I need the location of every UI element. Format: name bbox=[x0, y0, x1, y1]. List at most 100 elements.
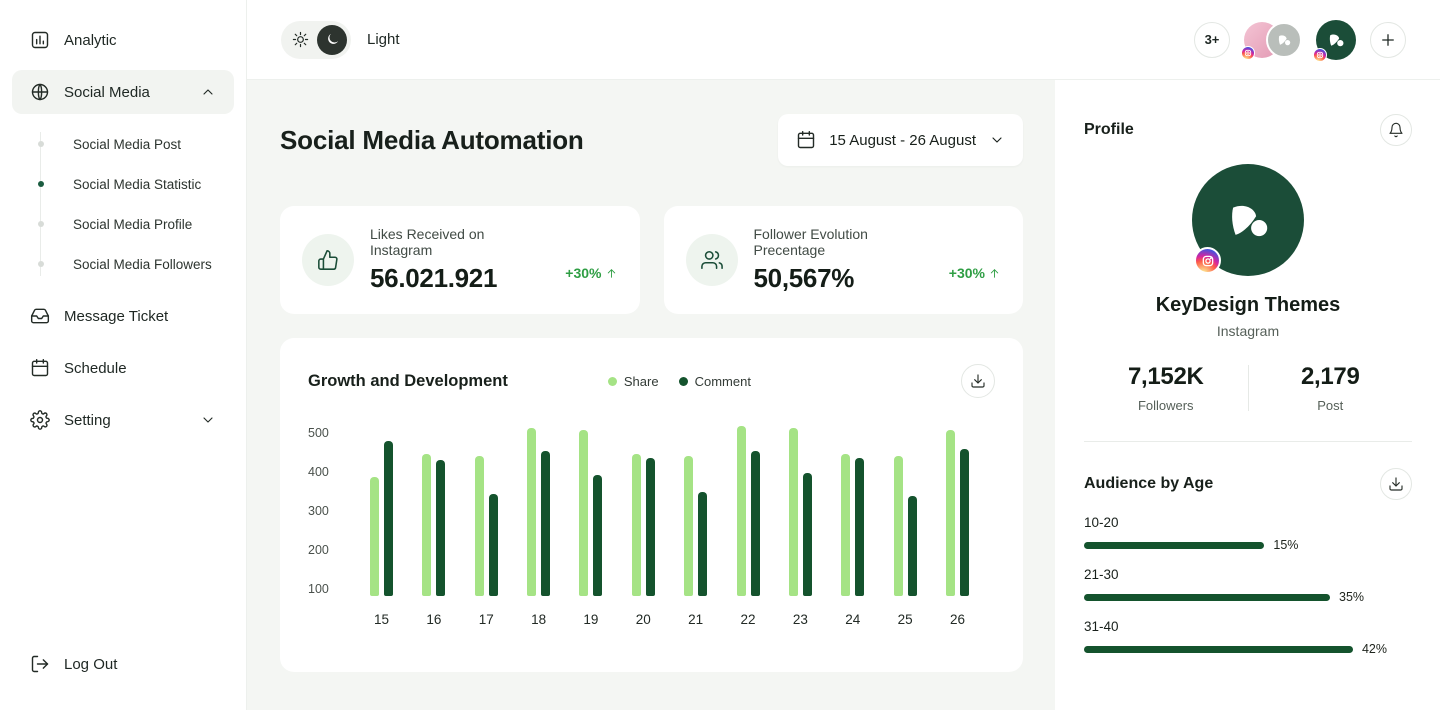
divider bbox=[1084, 441, 1412, 442]
bar-comment bbox=[646, 458, 655, 596]
followers-stat: 7,152K Followers bbox=[1084, 363, 1248, 413]
stat-delta: +30% bbox=[949, 265, 1001, 281]
audience-bar bbox=[1084, 646, 1353, 653]
audience-percent: 35% bbox=[1339, 590, 1364, 604]
bullet-dot bbox=[38, 261, 44, 267]
y-tick: 200 bbox=[308, 543, 354, 557]
bar-group: 18 bbox=[527, 426, 550, 627]
y-tick: 100 bbox=[308, 582, 354, 596]
profile-platform: Instagram bbox=[1084, 323, 1412, 339]
light-mode-button[interactable] bbox=[285, 25, 315, 55]
account-avatar[interactable] bbox=[1266, 22, 1302, 58]
bar-share bbox=[370, 477, 379, 596]
stat-value: 50,567% bbox=[754, 263, 933, 294]
chevron-down-icon bbox=[200, 412, 216, 428]
sidebar-item-label: Message Ticket bbox=[64, 308, 168, 325]
add-account-button[interactable] bbox=[1370, 22, 1406, 58]
bar-group: 17 bbox=[475, 426, 498, 627]
more-accounts-badge[interactable]: 3+ bbox=[1194, 22, 1230, 58]
theme-toggle[interactable] bbox=[281, 21, 351, 59]
bar-group: 20 bbox=[632, 426, 655, 627]
sidebar-item-social-media-post[interactable]: Social Media Post bbox=[12, 124, 234, 164]
sidebar-item-message-ticket[interactable]: Message Ticket bbox=[12, 294, 234, 338]
audience-heading: Audience by Age bbox=[1084, 475, 1213, 493]
sidebar-item-label: Social Media bbox=[64, 84, 150, 101]
sidebar-item-setting[interactable]: Setting bbox=[12, 398, 234, 442]
users-icon bbox=[686, 234, 738, 286]
bar-share bbox=[684, 456, 693, 596]
audience-row: 10-2015% bbox=[1084, 515, 1412, 552]
legend-item-share: Share bbox=[608, 374, 659, 389]
bar-comment bbox=[908, 496, 917, 596]
notifications-button[interactable] bbox=[1380, 114, 1412, 146]
stat-card-likes: Likes Received on Instagram 56.021.921 +… bbox=[280, 206, 640, 314]
moon-icon bbox=[325, 32, 340, 47]
account-avatar-stack[interactable] bbox=[1244, 22, 1302, 58]
bar-share bbox=[789, 428, 798, 596]
posts-label: Post bbox=[1249, 398, 1413, 413]
sidebar-item-social-media-profile[interactable]: Social Media Profile bbox=[12, 204, 234, 244]
instagram-badge-icon bbox=[1313, 48, 1327, 62]
sidebar-item-label: Setting bbox=[64, 412, 111, 429]
sidebar-item-social-media-statistic[interactable]: Social Media Statistic bbox=[12, 164, 234, 204]
inbox-icon bbox=[30, 306, 50, 326]
x-tick: 24 bbox=[845, 612, 860, 627]
y-tick: 400 bbox=[308, 465, 354, 479]
chart-legend: Share Comment bbox=[608, 374, 751, 389]
x-tick: 15 bbox=[374, 612, 389, 627]
profile-name: KeyDesign Themes bbox=[1084, 294, 1412, 317]
bar-share bbox=[422, 454, 431, 596]
sidebar-item-label: Schedule bbox=[64, 360, 127, 377]
bar-group: 21 bbox=[684, 426, 707, 627]
gear-icon bbox=[30, 410, 50, 430]
bar-comment bbox=[960, 449, 969, 596]
followers-value: 7,152K bbox=[1084, 363, 1248, 391]
bar-group: 22 bbox=[737, 426, 760, 627]
stat-value: 56.021.921 bbox=[370, 263, 549, 294]
logout-button[interactable]: Log Out bbox=[12, 642, 234, 686]
download-audience-button[interactable] bbox=[1380, 468, 1412, 500]
calendar-icon bbox=[30, 358, 50, 378]
bar-group: 25 bbox=[894, 426, 917, 627]
keydesign-logo-icon bbox=[1324, 28, 1348, 52]
sidebar-subitem-label: Social Media Statistic bbox=[73, 177, 201, 192]
dark-mode-button[interactable] bbox=[317, 25, 347, 55]
sidebar-item-schedule[interactable]: Schedule bbox=[12, 346, 234, 390]
profile-stats: 7,152K Followers 2,179 Post bbox=[1084, 363, 1412, 413]
sidebar-subitem-label: Social Media Profile bbox=[73, 217, 192, 232]
bar-share bbox=[632, 454, 641, 596]
stat-label: Follower Evolution Precentage bbox=[754, 226, 933, 258]
topbar-right: 3+ bbox=[1194, 20, 1406, 60]
download-chart-button[interactable] bbox=[961, 364, 995, 398]
keydesign-logo-icon bbox=[1217, 189, 1279, 251]
profile-panel: Profile KeyDesign Themes Instagram 7,152 bbox=[1055, 80, 1440, 710]
bar-share bbox=[841, 454, 850, 596]
bar-comment bbox=[751, 451, 760, 596]
logout-icon bbox=[30, 654, 50, 674]
bar-group: 24 bbox=[841, 426, 864, 627]
active-account-avatar[interactable] bbox=[1316, 20, 1356, 60]
sidebar-item-social-media-followers[interactable]: Social Media Followers bbox=[12, 244, 234, 284]
topbar: Light 3+ bbox=[247, 0, 1440, 80]
audience-bar bbox=[1084, 542, 1264, 549]
audience-row: 21-30 35% bbox=[1084, 567, 1412, 604]
sun-icon bbox=[292, 31, 309, 48]
audience-age-label: 21-30 bbox=[1084, 567, 1412, 582]
sidebar: Analytic Social Media Social Media Post … bbox=[0, 0, 247, 710]
bar-share bbox=[946, 430, 955, 596]
date-range-picker[interactable]: 15 August - 26 August bbox=[778, 114, 1023, 166]
bar-comment bbox=[384, 441, 393, 596]
bar-share bbox=[475, 456, 484, 596]
bell-icon bbox=[1388, 122, 1404, 138]
audience-age-label: 10-20 bbox=[1084, 515, 1412, 530]
legend-dot bbox=[679, 377, 688, 386]
bar-comment bbox=[541, 451, 550, 596]
trend-up-icon bbox=[605, 267, 618, 280]
sidebar-item-social-media[interactable]: Social Media bbox=[12, 70, 234, 114]
y-tick: 500 bbox=[308, 426, 354, 440]
audience-rows: 10-2015%21-3035%31-4042% bbox=[1084, 515, 1412, 656]
chart-title: Growth and Development bbox=[308, 372, 508, 391]
sidebar-item-analytic[interactable]: Analytic bbox=[12, 18, 234, 62]
plus-icon bbox=[1379, 31, 1397, 49]
bullet-dot bbox=[38, 221, 44, 227]
